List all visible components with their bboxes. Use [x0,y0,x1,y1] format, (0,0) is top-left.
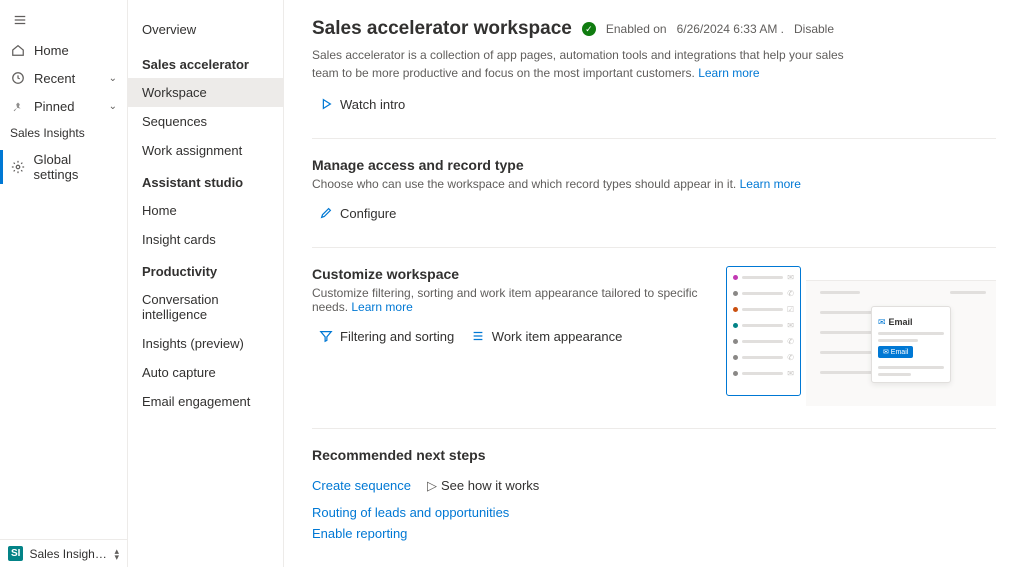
hamburger-icon [12,12,28,28]
gear-icon [10,159,26,175]
appearance-button[interactable]: Work item appearance [464,324,629,348]
play-icon [318,96,334,112]
section-manage-access: Manage access and record type Choose who… [312,157,996,225]
create-sequence-link[interactable]: Create sequence [312,475,411,496]
manage-access-desc: Choose who can use the workspace and whi… [312,177,996,191]
list-icon [470,328,486,344]
rail-pinned[interactable]: Pinned ⌄ [0,92,127,120]
enabled-check-icon: ✓ [582,22,596,36]
disable-link[interactable]: Disable [794,22,834,36]
subnav-item-auto-capture[interactable]: Auto capture [128,358,283,387]
manage-learn-more-link[interactable]: Learn more [740,177,801,191]
page-title: Sales accelerator workspace [312,18,572,40]
subnav-item-email-engagement[interactable]: Email engagement [128,387,283,416]
play-icon: ▷ [427,478,437,494]
filter-icon [318,328,334,344]
routing-link[interactable]: Routing of leads and opportunities [312,502,996,523]
rail-global-settings-label: Global settings [34,152,117,182]
main-content: Sales accelerator workspace ✓ Enabled on… [284,0,1024,567]
customize-illustration: ✉ ✆ ☑ ✉ ✆ ✆ ✉ ✉Email ✉ Email [726,266,996,406]
section-customize: Customize workspace Customize filtering,… [312,266,996,406]
updown-icon: ▴▾ [114,548,119,560]
pin-icon [10,98,26,114]
subnav-item-conversation-intelligence[interactable]: Conversation intelligence [128,285,283,329]
learn-more-link[interactable]: Learn more [698,66,759,80]
subnav-head-assistant-studio: Assistant studio [128,165,283,196]
subnav-item-workspace[interactable]: Workspace [128,78,283,107]
rail-recent-label: Recent [34,71,75,86]
chevron-down-icon: ⌄ [109,73,117,84]
page-description: Sales accelerator is a collection of app… [312,46,872,82]
customize-title: Customize workspace [312,266,702,282]
subnav-overview[interactable]: Overview [128,12,283,47]
divider [312,138,996,139]
subnav-item-sequences[interactable]: Sequences [128,107,283,136]
rail-global-settings[interactable]: Global settings [0,146,127,188]
subnav-item-insights-preview[interactable]: Insights (preview) [128,329,283,358]
enable-reporting-link[interactable]: Enable reporting [312,523,996,544]
configure-label: Configure [340,206,396,221]
app-badge: SI [8,546,23,561]
section-next-steps: Recommended next steps Create sequence ▷… [312,447,996,544]
app-switcher-label: Sales Insights sett... [29,547,108,561]
subnav-item-work-assignment[interactable]: Work assignment [128,136,283,165]
watch-intro-button[interactable]: Watch intro [312,92,411,116]
rail-app-switcher[interactable]: SI Sales Insights sett... ▴▾ [0,539,127,567]
customize-desc: Customize filtering, sorting and work it… [312,286,702,314]
chevron-down-icon: ⌄ [109,101,117,112]
rail-home[interactable]: Home [0,36,127,64]
subnav: Overview Sales accelerator Workspace Seq… [128,0,284,567]
next-steps-title: Recommended next steps [312,447,996,463]
divider [312,247,996,248]
hamburger-button[interactable] [0,6,127,36]
watch-intro-label: Watch intro [340,97,405,112]
customize-learn-more-link[interactable]: Learn more [351,300,412,314]
subnav-item-insight-cards[interactable]: Insight cards [128,225,283,254]
subnav-head-sales-accelerator: Sales accelerator [128,47,283,78]
filtering-label: Filtering and sorting [340,329,454,344]
clock-icon [10,70,26,86]
divider [312,428,996,429]
see-how-label[interactable]: See how it works [441,478,539,493]
rail-group-sales-insights: Sales Insights [0,120,127,146]
rail-recent[interactable]: Recent ⌄ [0,64,127,92]
manage-access-title: Manage access and record type [312,157,996,173]
home-icon [10,42,26,58]
filtering-button[interactable]: Filtering and sorting [312,324,460,348]
subnav-head-productivity: Productivity [128,254,283,285]
enabled-date: 6/26/2024 6:33 AM . [677,22,784,36]
rail-pinned-label: Pinned [34,99,74,114]
enabled-label: Enabled on [606,22,667,36]
configure-button[interactable]: Configure [312,201,402,225]
pencil-icon [318,205,334,221]
subnav-item-assistant-home[interactable]: Home [128,196,283,225]
rail-home-label: Home [34,43,69,58]
appearance-label: Work item appearance [492,329,623,344]
left-rail: Home Recent ⌄ Pinned ⌄ Sales Insights Gl… [0,0,128,567]
